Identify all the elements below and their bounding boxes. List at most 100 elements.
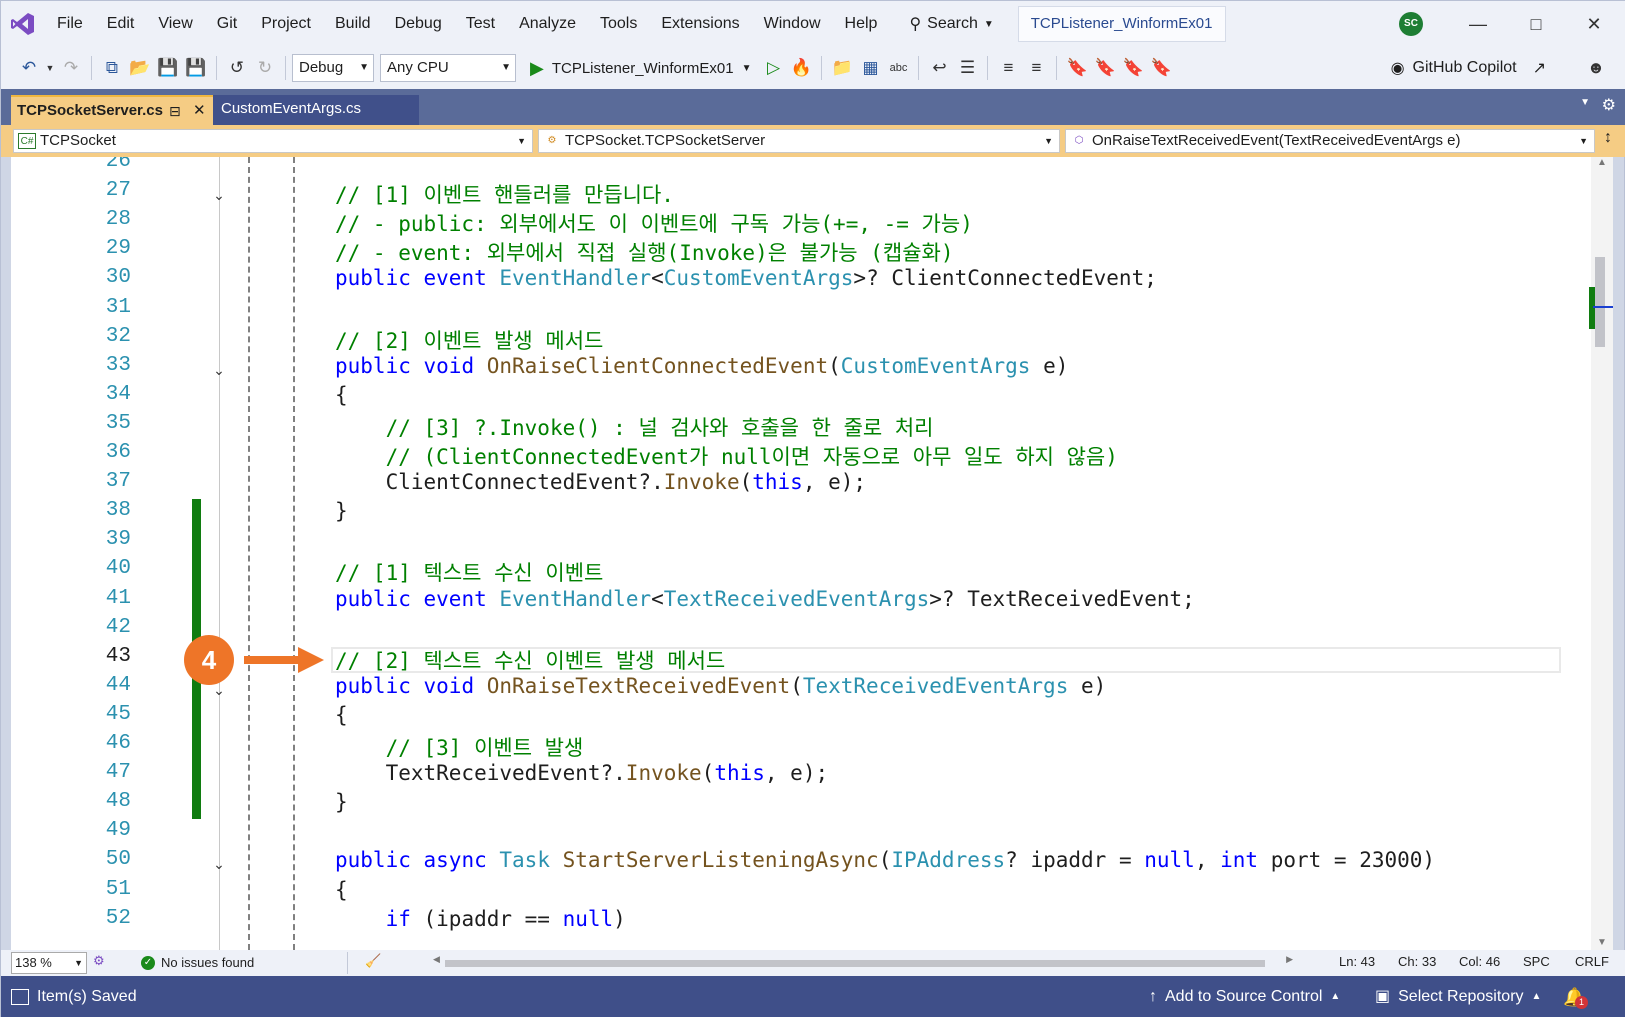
scrollbar-thumb[interactable] bbox=[445, 960, 1265, 967]
menu-item-view[interactable]: View bbox=[146, 1, 204, 47]
code-line[interactable]: ClientConnectedEvent?.Invoke(this, e); bbox=[335, 470, 866, 494]
fold-chevron-icon[interactable]: ⌄ bbox=[209, 856, 229, 872]
menu-item-project[interactable]: Project bbox=[249, 1, 323, 47]
fold-chevron-icon[interactable]: ⌄ bbox=[209, 362, 229, 378]
menu-item-analyze[interactable]: Analyze bbox=[507, 1, 588, 47]
code-line[interactable]: // - public: 외부에서도 이 이벤트에 구독 가능(+=, -= 가… bbox=[335, 208, 973, 238]
scroll-down-icon[interactable]: ▼ bbox=[1597, 937, 1607, 948]
code-line[interactable]: // (ClientConnectedEvent가 null이면 자동으로 아무… bbox=[335, 441, 1118, 471]
open-folder-icon[interactable]: 📂 bbox=[126, 53, 154, 83]
new-project-icon[interactable]: ⧉ bbox=[98, 53, 126, 83]
fold-chevron-icon[interactable]: ⌄ bbox=[209, 187, 229, 203]
menu-item-git[interactable]: Git bbox=[205, 1, 249, 47]
bookmark-icon[interactable]: 🔖 bbox=[1063, 53, 1091, 83]
minimize-icon[interactable]: — bbox=[1463, 9, 1493, 39]
start-without-debugging-icon[interactable]: ▷ bbox=[759, 53, 787, 83]
notifications-button[interactable]: 🔔 1 bbox=[1563, 976, 1588, 1017]
line-ending-indicator[interactable]: CRLF bbox=[1575, 954, 1609, 969]
clear-bookmarks-icon[interactable]: 🔖 bbox=[1147, 53, 1175, 83]
toolbox-icon[interactable]: ▦ bbox=[856, 53, 884, 83]
code-line[interactable]: } bbox=[335, 499, 348, 523]
step-into-icon[interactable]: ↩ bbox=[925, 53, 953, 83]
member-dropdown[interactable]: ⬡ OnRaiseTextReceivedEvent(TextReceivedE… bbox=[1065, 129, 1595, 153]
split-window-icon[interactable]: ↕ bbox=[1597, 129, 1619, 153]
menu-item-file[interactable]: File bbox=[45, 1, 95, 47]
solution-name[interactable]: TCPListener_WinformEx01 bbox=[1017, 6, 1226, 42]
code-line[interactable]: { bbox=[335, 383, 348, 407]
char-indicator[interactable]: Ch: 33 bbox=[1398, 954, 1436, 969]
horizontal-scrollbar[interactable]: ◀ ▶ bbox=[433, 954, 1293, 969]
settings-gear-icon[interactable]: ⚙ bbox=[1602, 95, 1616, 115]
code-line[interactable]: // [2] 이벤트 발생 메서드 bbox=[335, 325, 603, 355]
code-line[interactable]: // [1] 텍스트 수신 이벤트 bbox=[335, 557, 603, 587]
github-copilot-button[interactable]: ◉ GitHub Copilot ↗ bbox=[1391, 47, 1546, 89]
visual-studio-logo-icon[interactable] bbox=[1, 1, 45, 47]
close-icon[interactable]: ✕ bbox=[1579, 9, 1609, 39]
menu-item-extensions[interactable]: Extensions bbox=[649, 1, 751, 47]
tab-list-chevron-icon[interactable]: ▼ bbox=[1580, 97, 1590, 108]
feedback-icon[interactable]: ☻ bbox=[1582, 53, 1610, 83]
scrollbar-thumb[interactable] bbox=[1595, 257, 1605, 347]
code-line[interactable]: TextReceivedEvent?.Invoke(this, e); bbox=[335, 761, 829, 785]
save-icon[interactable]: 💾 bbox=[154, 53, 182, 83]
code-line[interactable]: if (ipaddr == null) bbox=[335, 907, 626, 931]
issues-indicator[interactable]: ✓ No issues found bbox=[141, 952, 254, 974]
step-over-icon[interactable]: ☰ bbox=[953, 53, 981, 83]
chevron-down-icon[interactable]: ▼ bbox=[43, 53, 57, 83]
tab-customeventargs[interactable]: CustomEventArgs.cs bbox=[213, 95, 419, 125]
start-debugging-button[interactable]: ▶ TCPListener_WinformEx01 ▼ bbox=[530, 58, 751, 79]
maximize-icon[interactable]: □ bbox=[1521, 9, 1551, 39]
column-indicator[interactable]: Col: 46 bbox=[1459, 954, 1500, 969]
project-dropdown[interactable]: C# TCPSocket ▼ bbox=[13, 129, 533, 153]
menu-item-build[interactable]: Build bbox=[323, 1, 383, 47]
menu-item-debug[interactable]: Debug bbox=[383, 1, 454, 47]
configuration-dropdown[interactable]: Debug ▼ bbox=[292, 54, 374, 82]
code-line[interactable]: // [2] 텍스트 수신 이벤트 발생 메서드 bbox=[335, 645, 725, 675]
close-tab-icon[interactable]: ✕ bbox=[193, 97, 206, 125]
uncomment-icon[interactable]: ≡ bbox=[1022, 53, 1050, 83]
code-line[interactable]: { bbox=[335, 878, 348, 902]
fold-chevron-icon[interactable]: ⌄ bbox=[209, 682, 229, 698]
redo-icon[interactable]: ↻ bbox=[251, 53, 279, 83]
code-line[interactable]: // [3] 이벤트 발생 bbox=[335, 732, 584, 762]
scroll-up-icon[interactable]: ▲ bbox=[1597, 157, 1607, 168]
hot-reload-icon[interactable]: 🔥 bbox=[787, 53, 815, 83]
back-icon[interactable]: ↶ bbox=[15, 53, 43, 83]
code-line[interactable]: { bbox=[335, 703, 348, 727]
line-indicator[interactable]: Ln: 43 bbox=[1339, 954, 1375, 969]
class-dropdown[interactable]: ⚙ TCPSocket.TCPSocketServer ▼ bbox=[538, 129, 1060, 153]
search-box[interactable]: ⚲ Search ▼ bbox=[899, 8, 1003, 40]
spell-check-icon[interactable]: abc bbox=[884, 53, 912, 83]
code-line[interactable]: // - event: 외부에서 직접 실행(Invoke)은 불가능 (캡슐화… bbox=[335, 237, 954, 267]
solution-explorer-icon[interactable]: 📁 bbox=[828, 53, 856, 83]
code-line[interactable]: // [3] ?.Invoke() : 널 검사와 호출을 한 줄로 처리 bbox=[335, 412, 934, 442]
code-line[interactable]: } bbox=[335, 790, 348, 814]
menu-item-window[interactable]: Window bbox=[752, 1, 833, 47]
comment-icon[interactable]: ≡ bbox=[994, 53, 1022, 83]
select-repository-button[interactable]: ▣ Select Repository ▲ bbox=[1375, 976, 1541, 1017]
code-editor[interactable]: 4 26 27 ⌄ // [1] 이벤트 핸들러를 만듭니다. 28 // - publi… bbox=[11, 157, 1591, 950]
code-line[interactable]: public void OnRaiseClientConnectedEvent(… bbox=[335, 354, 1068, 378]
code-line[interactable]: // [1] 이벤트 핸들러를 만듭니다. bbox=[335, 179, 674, 209]
intellicode-icon[interactable]: ⚙ bbox=[93, 953, 105, 969]
code-line[interactable]: public event EventHandler<CustomEventArg… bbox=[335, 266, 1157, 290]
menu-item-edit[interactable]: Edit bbox=[95, 1, 147, 47]
code-line[interactable]: public event EventHandler<TextReceivedEv… bbox=[335, 587, 1195, 611]
code-cleanup-icon[interactable]: 🧹 bbox=[365, 953, 381, 969]
prev-bookmark-icon[interactable]: 🔖 bbox=[1091, 53, 1119, 83]
undo-icon[interactable]: ↺ bbox=[223, 53, 251, 83]
pin-icon[interactable]: ⊟ bbox=[169, 97, 181, 125]
menu-item-help[interactable]: Help bbox=[833, 1, 890, 47]
spacing-indicator[interactable]: SPC bbox=[1523, 954, 1550, 969]
scroll-right-icon[interactable]: ▶ bbox=[1286, 954, 1293, 965]
forward-icon[interactable]: ↷ bbox=[57, 53, 85, 83]
code-line[interactable]: public void OnRaiseTextReceivedEvent(Tex… bbox=[335, 674, 1106, 698]
scroll-left-icon[interactable]: ◀ bbox=[433, 954, 440, 965]
vertical-scrollbar[interactable]: ▲ ▼ bbox=[1589, 157, 1613, 950]
zoom-dropdown[interactable]: 138 % ▼ bbox=[11, 952, 87, 974]
code-line[interactable]: public async Task StartServerListeningAs… bbox=[335, 848, 1435, 872]
add-to-source-control-button[interactable]: ↑ Add to Source Control ▲ bbox=[1149, 976, 1340, 1017]
next-bookmark-icon[interactable]: 🔖 bbox=[1119, 53, 1147, 83]
menu-item-test[interactable]: Test bbox=[454, 1, 507, 47]
menu-item-tools[interactable]: Tools bbox=[588, 1, 649, 47]
